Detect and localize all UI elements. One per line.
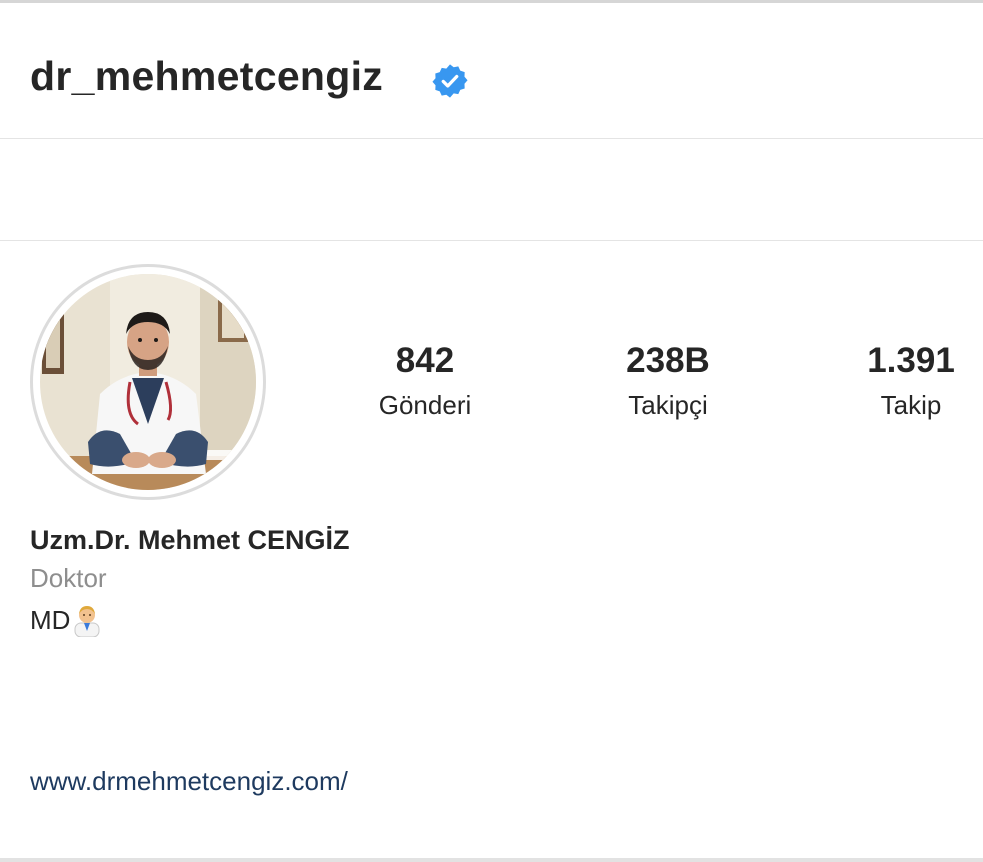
bio-text: MD <box>30 605 71 635</box>
story-highlights-area <box>0 139 983 241</box>
verified-badge-icon <box>432 64 468 98</box>
stat-following-label: Takip <box>880 390 942 420</box>
stat-followers[interactable]: 238B Takipçi <box>568 338 768 424</box>
stat-followers-value: 238B <box>626 341 710 380</box>
stat-followers-label: Takipçi <box>628 390 708 420</box>
profile-website-link[interactable]: www.drmehmetcengiz.com/ <box>30 763 348 799</box>
stat-posts[interactable]: 842 Gönderi <box>325 338 525 424</box>
username-title: dr_mehmetcengiz <box>30 53 384 99</box>
avatar[interactable] <box>40 274 256 490</box>
profile-bio: MD <box>30 602 102 638</box>
doctor-emoji-icon <box>74 606 100 637</box>
profile-category: Doktor <box>30 563 107 593</box>
bottom-divider <box>0 858 983 862</box>
stat-following-value: 1.391 <box>867 341 955 380</box>
profile-full-name: Uzm.Dr. Mehmet CENGİZ <box>30 525 350 555</box>
stat-following[interactable]: 1.391 Takip <box>811 338 983 424</box>
stat-posts-label: Gönderi <box>378 390 472 420</box>
stat-posts-value: 842 <box>395 341 455 380</box>
profile-photo <box>40 274 256 490</box>
profile-header: dr_mehmetcengiz <box>0 3 983 139</box>
